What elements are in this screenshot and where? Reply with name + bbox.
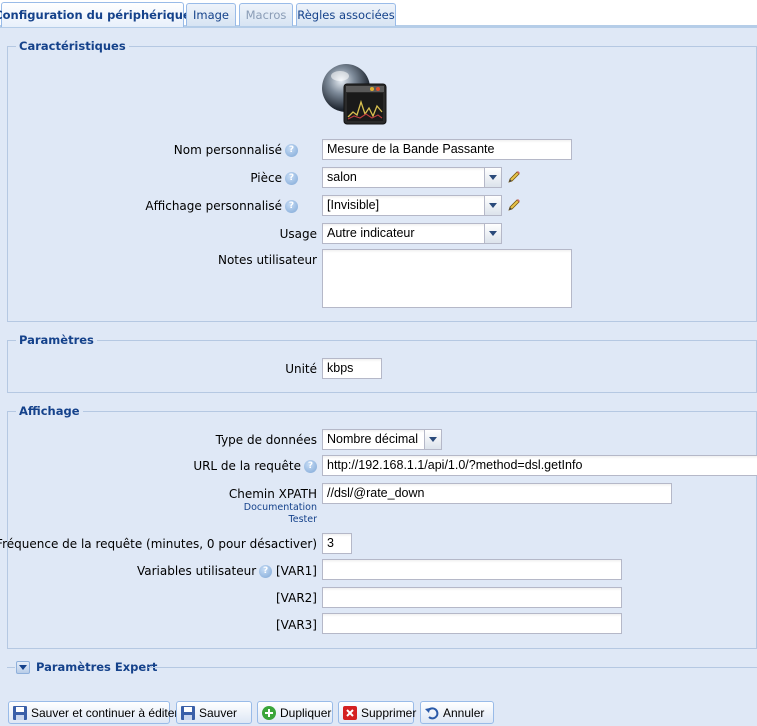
duplicate-button[interactable]: Dupliquer xyxy=(257,701,333,724)
legend-expert[interactable]: Paramètres Expert xyxy=(36,660,157,674)
save-button[interactable]: Sauver xyxy=(176,701,252,724)
test-link[interactable]: Tester xyxy=(289,514,317,525)
expert-divider xyxy=(7,667,15,668)
fieldset-parametres: Paramètres xyxy=(7,333,757,393)
cancel-button[interactable]: Annuler xyxy=(420,701,494,724)
chevron-down-icon[interactable] xyxy=(484,224,501,243)
url-label: URL de la requête? xyxy=(193,459,317,473)
legend-affichage: Affichage xyxy=(19,404,80,418)
cancel-label: Annuler xyxy=(443,705,485,720)
var3-input[interactable] xyxy=(322,613,622,634)
documentation-link[interactable]: Documentation xyxy=(244,502,317,513)
notes-textarea[interactable] xyxy=(322,249,572,308)
usage-select[interactable]: Autre indicateur xyxy=(322,223,502,244)
data-type-select-value: Nombre décimal xyxy=(327,432,419,446)
save-continue-button[interactable]: Sauver et continuer à éditer xyxy=(8,701,178,724)
usage-label: Usage xyxy=(279,227,317,241)
help-question-icon[interactable]: ? xyxy=(285,144,298,157)
room-select[interactable]: salon xyxy=(322,167,502,188)
usage-select-value: Autre indicateur xyxy=(327,226,415,240)
tab-image[interactable]: Image xyxy=(186,3,236,26)
display-select[interactable]: [Invisible] xyxy=(322,195,502,216)
delete-label: Supprimer xyxy=(361,705,417,720)
display-select-value: [Invisible] xyxy=(327,198,380,212)
help-question-icon[interactable]: ? xyxy=(285,172,298,185)
bandwidth-meter-icon xyxy=(322,64,387,125)
user-variables-label: Variables utilisateur? [VAR1] xyxy=(136,564,317,578)
chevron-down-icon[interactable] xyxy=(484,168,501,187)
data-type-label: Type de données xyxy=(215,433,317,447)
floppy-disk-icon xyxy=(181,705,195,720)
unit-input[interactable]: kbps xyxy=(322,358,382,379)
chevron-down-icon[interactable] xyxy=(424,430,441,449)
save-continue-label: Sauver et continuer à éditer xyxy=(31,705,179,720)
expert-divider xyxy=(148,667,757,668)
pencil-icon[interactable] xyxy=(506,169,522,185)
room-label: Pièce? xyxy=(250,171,298,185)
tab-macros[interactable]: Macros xyxy=(239,3,293,26)
legend-parametres: Paramètres xyxy=(19,333,94,347)
name-label: Nom personnalisé? xyxy=(174,143,298,157)
chevron-down-icon[interactable] xyxy=(484,196,501,215)
help-question-icon[interactable]: ? xyxy=(259,565,273,578)
help-question-icon[interactable]: ? xyxy=(285,200,298,213)
unit-label: Unité xyxy=(285,362,317,376)
room-select-value: salon xyxy=(327,170,357,184)
delete-icon xyxy=(343,705,357,720)
legend-caracteristiques: Caractéristiques xyxy=(19,39,126,53)
display-label: Affichage personnalisé? xyxy=(145,199,298,213)
save-label: Sauver xyxy=(199,705,238,720)
help-question-icon[interactable]: ? xyxy=(304,460,317,473)
add-icon xyxy=(262,705,276,720)
tab-configuration[interactable]: Configuration du périphérique xyxy=(0,2,191,27)
var2-label: [VAR2] xyxy=(276,591,317,605)
expand-expert-toggle[interactable] xyxy=(16,661,30,674)
delete-button[interactable]: Supprimer xyxy=(338,701,417,724)
floppy-disk-icon xyxy=(13,705,27,720)
var3-label: [VAR3] xyxy=(276,618,317,632)
duplicate-label: Dupliquer xyxy=(280,705,332,720)
var1-input[interactable] xyxy=(322,559,622,580)
frequency-input[interactable]: 3 xyxy=(322,533,352,554)
xpath-label: Chemin XPATH xyxy=(228,487,317,501)
frequency-label: Fréquence de la requête (minutes, 0 pour… xyxy=(0,537,317,551)
url-input[interactable]: http://192.168.1.1/api/1.0/?method=dsl.g… xyxy=(322,455,757,476)
var1-label: [VAR1] xyxy=(276,564,317,578)
custom-name-input[interactable]: Mesure de la Bande Passante xyxy=(322,139,572,160)
notes-label: Notes utilisateur xyxy=(217,253,317,267)
var2-input[interactable] xyxy=(322,587,622,608)
tab-bar: Configuration du périphérique Image Macr… xyxy=(0,0,757,28)
data-type-select[interactable]: Nombre décimal xyxy=(322,429,442,450)
pencil-icon[interactable] xyxy=(506,197,522,213)
undo-arrow-icon xyxy=(425,706,439,719)
tab-rules[interactable]: Règles associées xyxy=(296,3,396,26)
xpath-input[interactable]: //dsl/@rate_down xyxy=(322,483,672,504)
